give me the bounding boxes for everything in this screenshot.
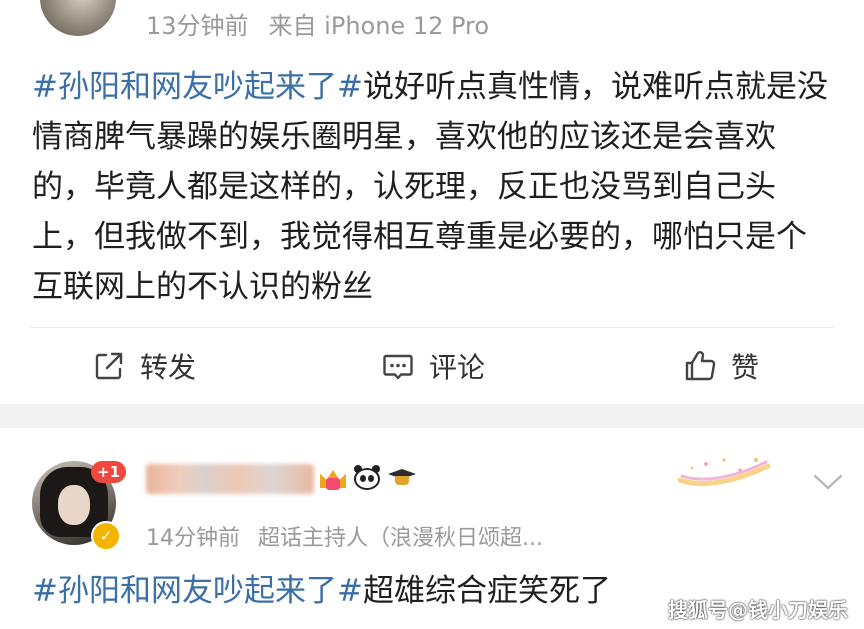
post-body: #孙阳和网友吵起来了#说好听点真性情，说难听点就是没情商脾气暴躁的娱乐圈明星，喜…	[32, 62, 832, 312]
repost-label: 转发	[140, 351, 197, 384]
post-time: 14分钟前	[146, 526, 240, 551]
user-badges	[318, 464, 418, 492]
post-meta: 14分钟前 超话主持人（浪漫秋日颂超...	[146, 520, 543, 552]
post-time: 13分钟前	[146, 12, 249, 40]
comment-label: 评论	[429, 351, 486, 384]
repost-icon	[95, 352, 123, 380]
post-card-1: 13分钟前 来自 iPhone 12 Pro #孙阳和网友吵起来了#说好听点真性情…	[0, 0, 864, 404]
post-text: 超雄综合症笑死了	[362, 573, 611, 609]
chevron-down-icon[interactable]	[812, 472, 844, 492]
action-bar: 转发 评论 赞	[0, 330, 864, 402]
post-source: 来自 iPhone 12 Pro	[268, 12, 490, 40]
watermark: 搜狐号@钱小刀娱乐	[668, 598, 848, 622]
comment-button[interactable]: 评论	[381, 348, 485, 384]
thumbs-up-icon	[685, 351, 716, 381]
comment-icon	[383, 354, 413, 380]
repost-button[interactable]: 转发	[92, 348, 196, 384]
topic-link[interactable]: #孙阳和网友吵起来了#	[32, 69, 363, 105]
panda-icon	[352, 464, 382, 492]
like-button[interactable]: 赞	[683, 348, 759, 384]
user-avatar[interactable]	[40, 0, 116, 36]
divider	[30, 327, 834, 328]
crown-icon	[318, 464, 348, 492]
post-meta: 13分钟前 来自 iPhone 12 Pro	[146, 6, 489, 41]
post-separator	[0, 404, 864, 428]
post-role: 超话主持人（浪漫秋日颂超...	[258, 526, 543, 551]
post-body: #孙阳和网友吵起来了#超雄综合症笑死了	[32, 568, 611, 614]
verified-badge-icon: ✓	[91, 521, 121, 551]
notification-badge: +1	[91, 461, 127, 483]
sparkle-decoration-icon	[677, 458, 771, 486]
username-blurred[interactable]	[146, 464, 314, 494]
post-card-2: +1 ✓ 14分钟前 超话主持人（浪漫秋日颂超... #孙阳和网友吵起来了#超雄综…	[0, 428, 864, 629]
graduation-cap-icon	[386, 465, 418, 491]
like-label: 赞	[731, 351, 760, 384]
topic-link[interactable]: #孙阳和网友吵起来了#	[32, 573, 363, 609]
